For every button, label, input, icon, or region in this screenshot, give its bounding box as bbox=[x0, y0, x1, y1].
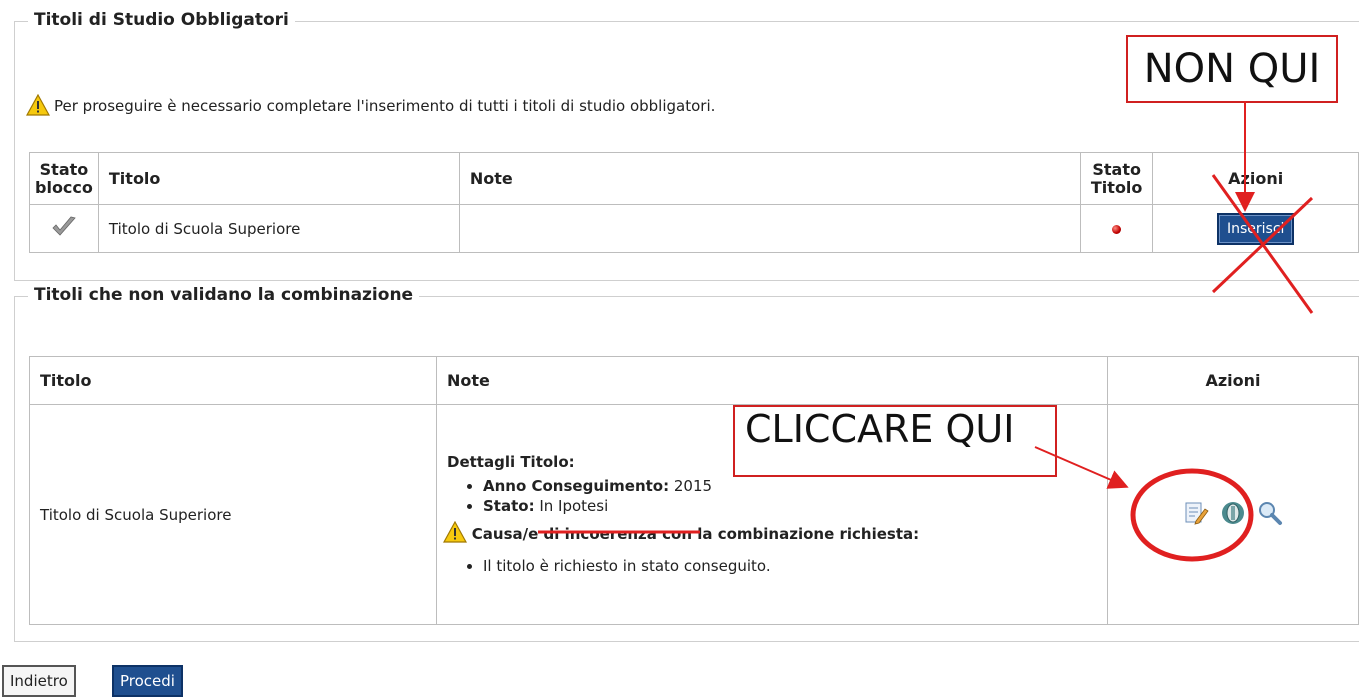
table-row: Titolo di Scuola Superiore Dettagli Tito… bbox=[29, 404, 1359, 625]
view-icon[interactable] bbox=[1257, 500, 1283, 530]
col-stato-blocco: Stato blocco bbox=[29, 152, 99, 205]
proceed-button[interactable]: Procedi bbox=[112, 665, 183, 697]
warning-text: Per proseguire è necessario completare l… bbox=[54, 97, 716, 115]
row-actions bbox=[1107, 404, 1359, 625]
back-button[interactable]: Indietro bbox=[2, 665, 76, 697]
warning-icon bbox=[442, 520, 468, 547]
annotation-not-here: NON QUI bbox=[1126, 35, 1338, 103]
invalid-titles-table: Titolo Note Azioni Titolo di Scuola Supe… bbox=[29, 356, 1359, 625]
insert-button[interactable]: Inserisci bbox=[1216, 212, 1295, 245]
invalid-titles-heading: Titoli che non validano la combinazione bbox=[28, 285, 420, 305]
list-item: Stato: In Ipotesi bbox=[483, 497, 1097, 515]
row-titolo: Titolo di Scuola Superiore bbox=[97, 204, 460, 253]
check-icon bbox=[51, 216, 77, 242]
col-note: Note bbox=[458, 152, 1081, 205]
col-titolo: Titolo bbox=[29, 356, 437, 405]
row-titolo: Titolo di Scuola Superiore bbox=[29, 404, 437, 625]
col-azioni: Azioni bbox=[1107, 356, 1359, 405]
row-note bbox=[458, 204, 1081, 253]
mandatory-titles-table: Stato blocco Titolo Note Stato Titolo Az… bbox=[29, 152, 1359, 253]
incoherence-list: Il titolo è richiesto in stato conseguit… bbox=[447, 557, 1097, 575]
table-row: Titolo di Scuola Superiore Inserisci bbox=[29, 204, 1359, 253]
status-red-icon bbox=[1112, 224, 1122, 234]
details-list: Anno Conseguimento: 2015 Stato: In Ipote… bbox=[447, 477, 1097, 515]
col-titolo: Titolo bbox=[97, 152, 460, 205]
col-stato-titolo: Stato Titolo bbox=[1079, 152, 1154, 205]
annotation-click-here: CLICCARE QUI bbox=[733, 405, 1057, 477]
delete-icon[interactable] bbox=[1220, 500, 1246, 530]
list-item: Anno Conseguimento: 2015 bbox=[483, 477, 1097, 495]
col-azioni: Azioni bbox=[1152, 152, 1359, 205]
edit-icon[interactable] bbox=[1183, 500, 1209, 530]
warning-icon bbox=[25, 93, 51, 120]
mandatory-warning: Per proseguire è necessario completare l… bbox=[25, 93, 716, 116]
col-note: Note bbox=[436, 356, 1108, 405]
incoherence-warning: Causa/e di incoerenza con la combinazion… bbox=[442, 520, 1097, 547]
mandatory-titles-heading: Titoli di Studio Obbligatori bbox=[28, 10, 295, 30]
list-item: Il titolo è richiesto in stato conseguit… bbox=[483, 557, 1097, 575]
